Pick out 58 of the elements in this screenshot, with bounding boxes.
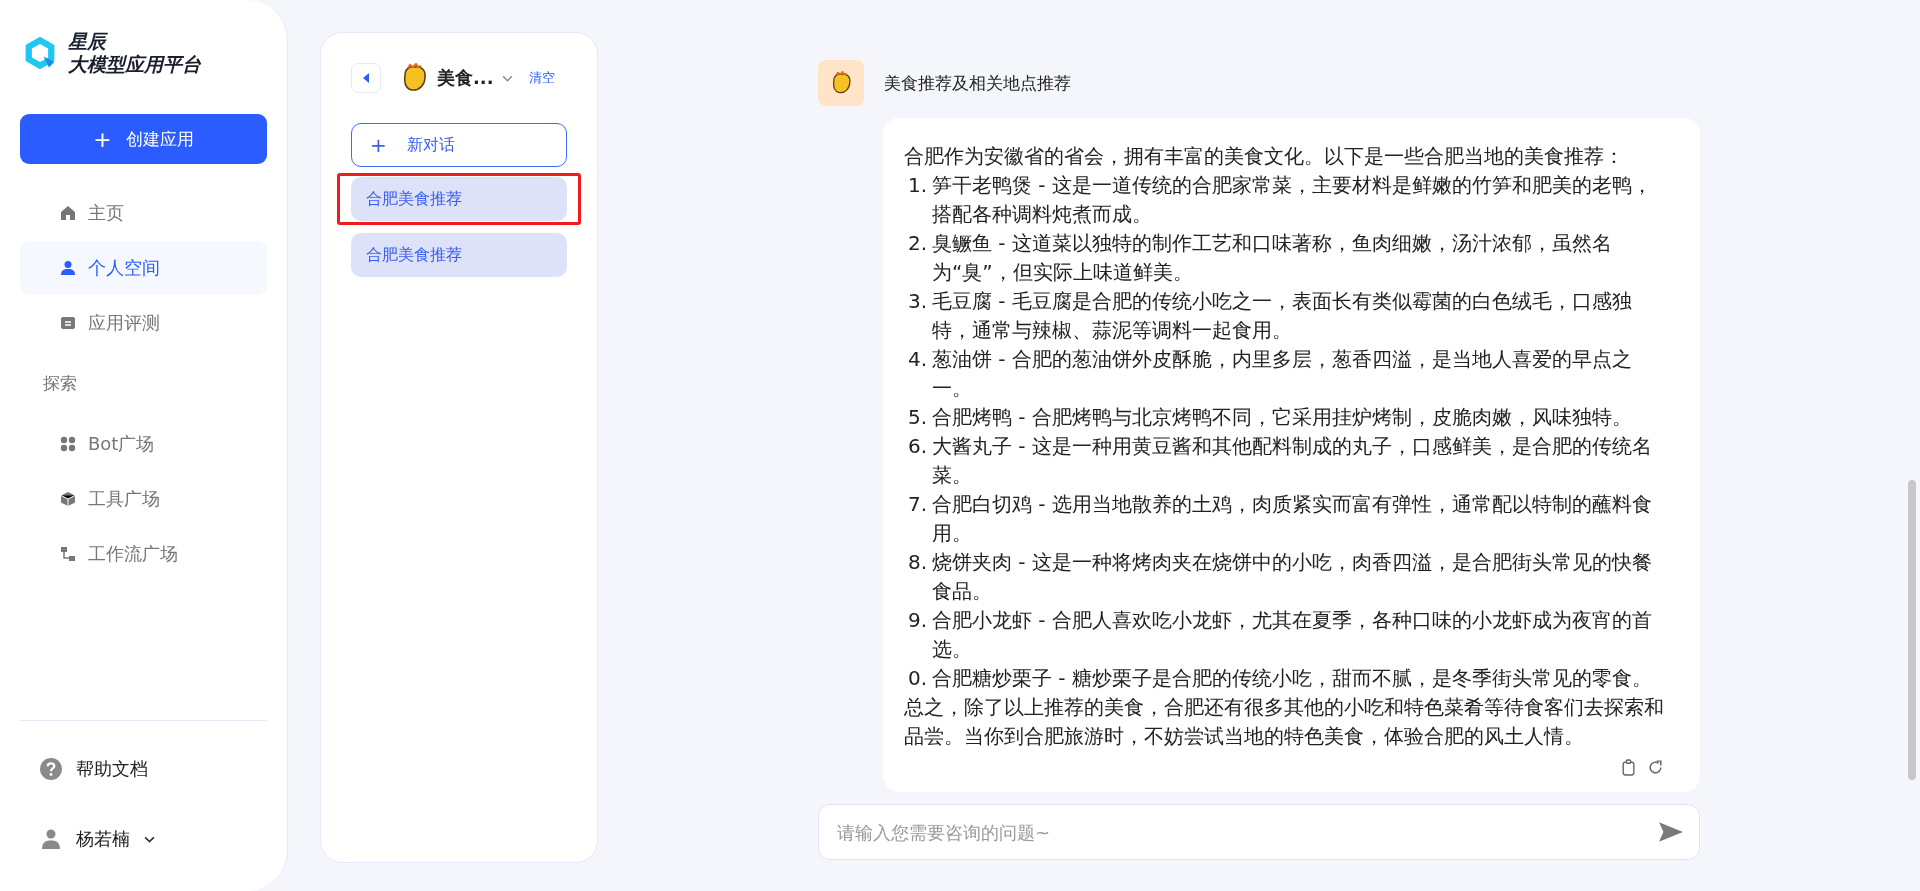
copy-icon[interactable] (1620, 759, 1637, 776)
list-item-text: 大酱丸子 - 这是一种用黄豆酱和其他配料制成的丸子，口感鲜美，是合肥的传统名菜。 (932, 433, 1653, 489)
bot-avatar (818, 60, 864, 106)
help-link[interactable]: 帮助文档 (20, 741, 267, 797)
refresh-icon[interactable] (1647, 759, 1664, 776)
brand-name: 星辰 (68, 30, 109, 53)
list-item-text: 合肥烤鸭 - 合肥烤鸭与北京烤鸭不同，它采用挂炉烤制，皮脆肉嫩，风味独特。 (932, 404, 1633, 431)
section-heading: 探索 (42, 372, 78, 395)
help-icon (40, 758, 62, 780)
list-number: 3. (908, 288, 929, 315)
message-text: 总之，除了以上推荐的美食，合肥还有很多其他的小吃和特色菜肴等待食客们去探索和品尝。当你到合肥旅游时，不妨尝试当地的特色美食，体验合肥的风土人情。 (904, 694, 1664, 750)
conversation-item[interactable]: 合肥美食推荐 (351, 233, 567, 277)
list-number: 1. (908, 172, 929, 199)
chevron-down-icon (144, 835, 155, 843)
chevron-down-icon (501, 74, 513, 82)
flowchart-icon (60, 546, 76, 562)
list-item-text: 合肥白切鸡 - 选用当地散养的土鸡，肉质紧实而富有弹性，通常配以特制的蘸料食用。 (932, 491, 1653, 547)
list-item-text: 臭鳜鱼 - 这道菜以独特的制作工艺和口味著称，鱼肉细嫩，汤汁浓郁，虽然名为“臭”，但实际上味道鲜美。 (932, 230, 1613, 286)
brand-tagline: 大模型应用平台 (68, 53, 201, 76)
user-menu[interactable]: 杨若楠 (20, 811, 267, 867)
collapse-button[interactable] (351, 63, 381, 93)
list-number: 9. (908, 607, 929, 634)
list-number: 0. (908, 665, 929, 692)
list-number: 8. (908, 549, 929, 576)
nav-item[interactable]: 应用评测 (20, 296, 267, 350)
message-text: 合肥作为安徽省的省会，拥有丰富的美食文化。以下是一些合肥当地的美食推荐： (904, 143, 1625, 170)
nav-item[interactable]: 个人空间 (20, 241, 267, 295)
nav-item[interactable]: Bot广场 (20, 417, 267, 471)
clear-link[interactable]: 清空 (528, 69, 555, 87)
conversation-item[interactable]: 合肥美食推荐 (351, 177, 567, 221)
list-item-text: 毛豆腐 - 毛豆腐是合肥的传统小吃之一，表面长有类似霉菌的白色绒毛，口感独特，通常与辣椒、蒜泥等调料一起食用。 (932, 288, 1633, 344)
question-input[interactable]: 请输入您需要咨询的问题~ (818, 804, 1700, 860)
grid-icon (60, 436, 76, 452)
chat-title: 美食推荐及相关地点推荐 (884, 71, 1071, 95)
list-number: 4. (908, 346, 929, 373)
list-number: 6. (908, 433, 929, 460)
nav-item[interactable]: 主页 (20, 186, 267, 240)
list-item-text: 合肥糖炒栗子 - 糖炒栗子是合肥的传统小吃，甜而不腻，是冬季街头常见的零食。 (932, 665, 1653, 692)
create-app-button[interactable]: + 创建应用 (20, 114, 267, 164)
new-chat-button[interactable]: + 新对话 (351, 123, 567, 167)
nav-item[interactable]: 工具广场 (20, 472, 267, 526)
send-icon[interactable] (1658, 821, 1684, 843)
list-item-text: 烧饼夹肉 - 这是一种将烤肉夹在烧饼中的小吃，肉香四溢，是合肥街头常见的快餐食品。 (932, 549, 1653, 605)
user-icon (60, 260, 76, 276)
scrollbar[interactable] (1908, 480, 1916, 780)
home-icon (60, 205, 76, 221)
nav-item[interactable]: 工作流广场 (20, 527, 267, 581)
app-title: 美食... (437, 66, 494, 90)
list-number: 7. (908, 491, 929, 518)
cube-icon (60, 491, 76, 507)
list-item-text: 笋干老鸭煲 - 这是一道传统的合肥家常菜，主要材料是鲜嫩的竹笋和肥美的老鸭，搭配各种调料炖煮而成。 (932, 172, 1653, 228)
user-icon (40, 829, 62, 849)
list-item-text: 葱油饼 - 合肥的葱油饼外皮酥脆，内里多层，葱香四溢，是当地人喜爱的早点之一。 (932, 346, 1633, 402)
list-item-text: 合肥小龙虾 - 合肥人喜欢吃小龙虾，尤其在夏季，各种口味的小龙虾成为夜宵的首选。 (932, 607, 1653, 663)
card-icon (60, 315, 76, 331)
caret-left-icon (363, 73, 369, 83)
list-number: 2. (908, 230, 929, 257)
list-number: 5. (908, 404, 929, 431)
